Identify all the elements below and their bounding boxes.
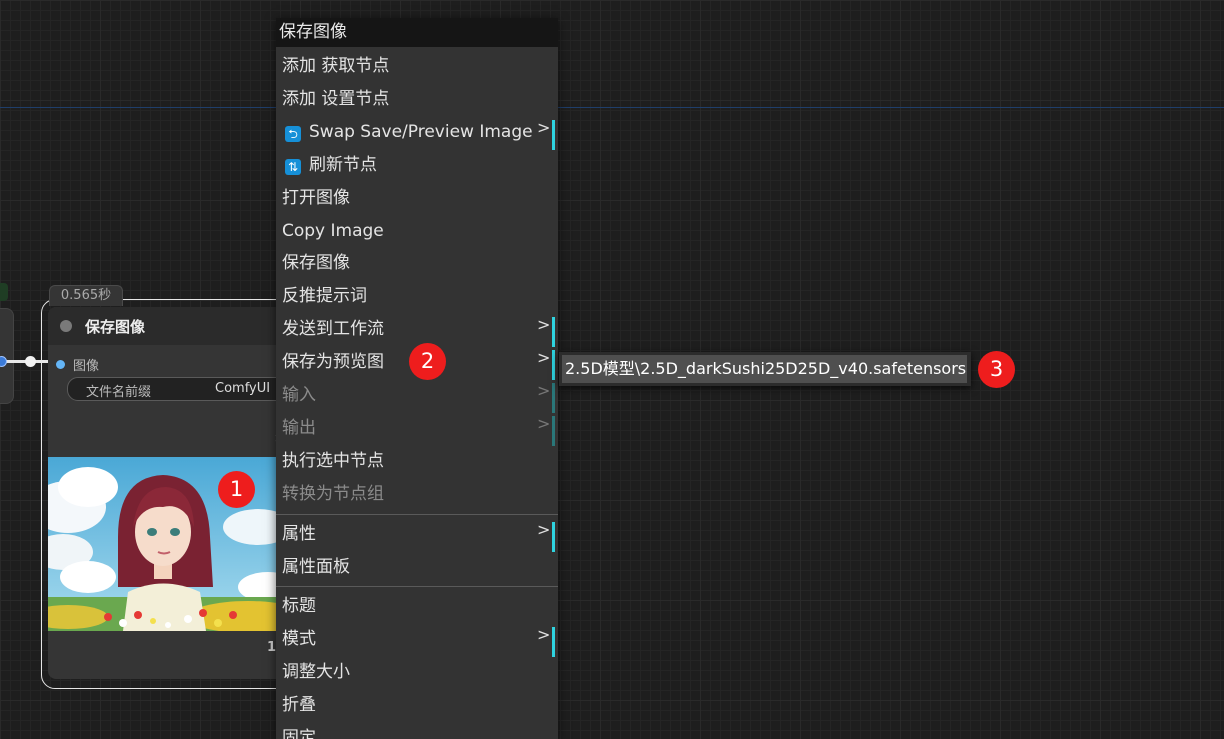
menu-item-label: 反推提示词 [282, 286, 367, 306]
menu-item[interactable]: 标题 [276, 590, 558, 623]
menu-item-label: 标题 [282, 596, 316, 616]
menu-item[interactable]: 固定 [276, 722, 558, 739]
submenu-indicator [552, 317, 555, 347]
menu-item-label: 调整大小 [282, 662, 350, 682]
execution-time-badge: 0.565秒 [49, 285, 123, 306]
menu-item[interactable]: 调整大小 [276, 656, 558, 689]
menu-item[interactable]: ⮌ Swap Save/Preview Image > [276, 116, 558, 150]
submenu-indicator [552, 383, 555, 413]
menu-item[interactable]: 属性 > [276, 518, 558, 552]
swap-icon: ⮌ [285, 126, 301, 142]
link-reroute-dot[interactable] [25, 356, 36, 367]
menu-item-label: 转换为节点组 [282, 484, 384, 504]
menu-item[interactable]: Copy Image [276, 215, 558, 248]
left-node-badge [0, 283, 8, 301]
input-slot-label: 图像 [73, 359, 100, 374]
menu-item-label: Copy Image [282, 221, 384, 241]
submenu-arrow-icon: > [537, 414, 551, 433]
submenu-arrow-icon: > [537, 625, 551, 644]
menu-item[interactable]: 打开图像 [276, 182, 558, 215]
menu-item: 转换为节点组 [276, 478, 558, 511]
menu-item[interactable]: 发送到工作流 > [276, 313, 558, 347]
widget-value: ComfyUI [215, 381, 271, 396]
menu-separator [276, 514, 558, 515]
menu-item: 输入 > [276, 379, 558, 413]
menu-item-label: 固定 [282, 728, 316, 739]
submenu-indicator [552, 627, 555, 657]
menu-item[interactable]: 添加 设置节点 [276, 83, 558, 116]
menu-item[interactable]: 折叠 [276, 689, 558, 722]
menu-item-label: 刷新节点 [309, 155, 377, 175]
menu-item-label: 输入 [282, 385, 316, 405]
node-title: 保存图像 [85, 317, 146, 336]
menu-item-label: 保存图像 [282, 253, 350, 273]
image-counter: 1 [267, 640, 277, 655]
submenu-indicator [552, 350, 555, 380]
graph-guide-line [0, 107, 1224, 108]
submenu-indicator [552, 120, 555, 150]
widget-label: 文件名前缀 [86, 385, 152, 400]
menu-item-label: Swap Save/Preview Image [309, 122, 533, 142]
menu-title: 保存图像 [276, 18, 558, 47]
submenu-arrow-icon: > [537, 381, 551, 400]
menu-item-label: 属性 [282, 524, 316, 544]
menu-item-label: 保存为预览图 [282, 352, 384, 372]
menu-item-label: 输出 [282, 418, 316, 438]
menu-item[interactable]: ⇅ 刷新节点 [276, 149, 558, 182]
submenu-arrow-icon: > [537, 118, 551, 137]
menu-item-label: 折叠 [282, 695, 316, 715]
menu-item[interactable]: 模式 > [276, 623, 558, 657]
menu-item-label: 发送到工作流 [282, 319, 384, 339]
menu-item-label: 添加 获取节点 [282, 56, 390, 76]
menu-item[interactable]: 属性面板 [276, 551, 558, 584]
node-collapse-dot[interactable] [60, 320, 72, 332]
annotation-badge-3: 3 [978, 351, 1015, 388]
menu-item-label: 模式 [282, 629, 316, 649]
menu-item[interactable]: 保存图像 [276, 247, 558, 280]
submenu-arrow-icon: > [537, 315, 551, 334]
menu-item: 输出 > [276, 412, 558, 446]
menu-item-label: 添加 设置节点 [282, 89, 390, 109]
menu-item[interactable]: 执行选中节点 [276, 445, 558, 478]
submenu-arrow-icon: > [537, 348, 551, 367]
menu-item[interactable]: 反推提示词 [276, 280, 558, 313]
input-slot-images[interactable]: 图像 [56, 355, 99, 374]
menu-separator [276, 586, 558, 587]
submenu-item-model[interactable]: 2.5D模型\2.5D_darkSushi25D25D_v40.safetens… [562, 355, 967, 383]
menu-item[interactable]: 添加 获取节点 [276, 50, 558, 83]
menu-item-label: 执行选中节点 [282, 451, 384, 471]
filename-prefix-widget[interactable]: 文件名前缀 ComfyUI [67, 377, 288, 401]
submenu-indicator [552, 522, 555, 552]
submenu-arrow-icon: > [537, 520, 551, 539]
preview-submenu[interactable]: 2.5D模型\2.5D_darkSushi25D25D_v40.safetens… [559, 352, 971, 386]
menu-item-label: 属性面板 [282, 557, 350, 577]
submenu-indicator [552, 416, 555, 446]
annotation-badge-1: 1 [218, 471, 255, 508]
refresh-icon: ⇅ [285, 159, 301, 175]
node-header[interactable]: 保存图像 [48, 307, 288, 345]
annotation-badge-2: 2 [409, 343, 446, 380]
menu-item-label: 打开图像 [282, 188, 350, 208]
input-slot-dot[interactable] [56, 360, 65, 369]
context-menu[interactable]: 保存图像 添加 获取节点 添加 设置节点 ⮌ Swap Save/Preview Im… [276, 18, 558, 739]
